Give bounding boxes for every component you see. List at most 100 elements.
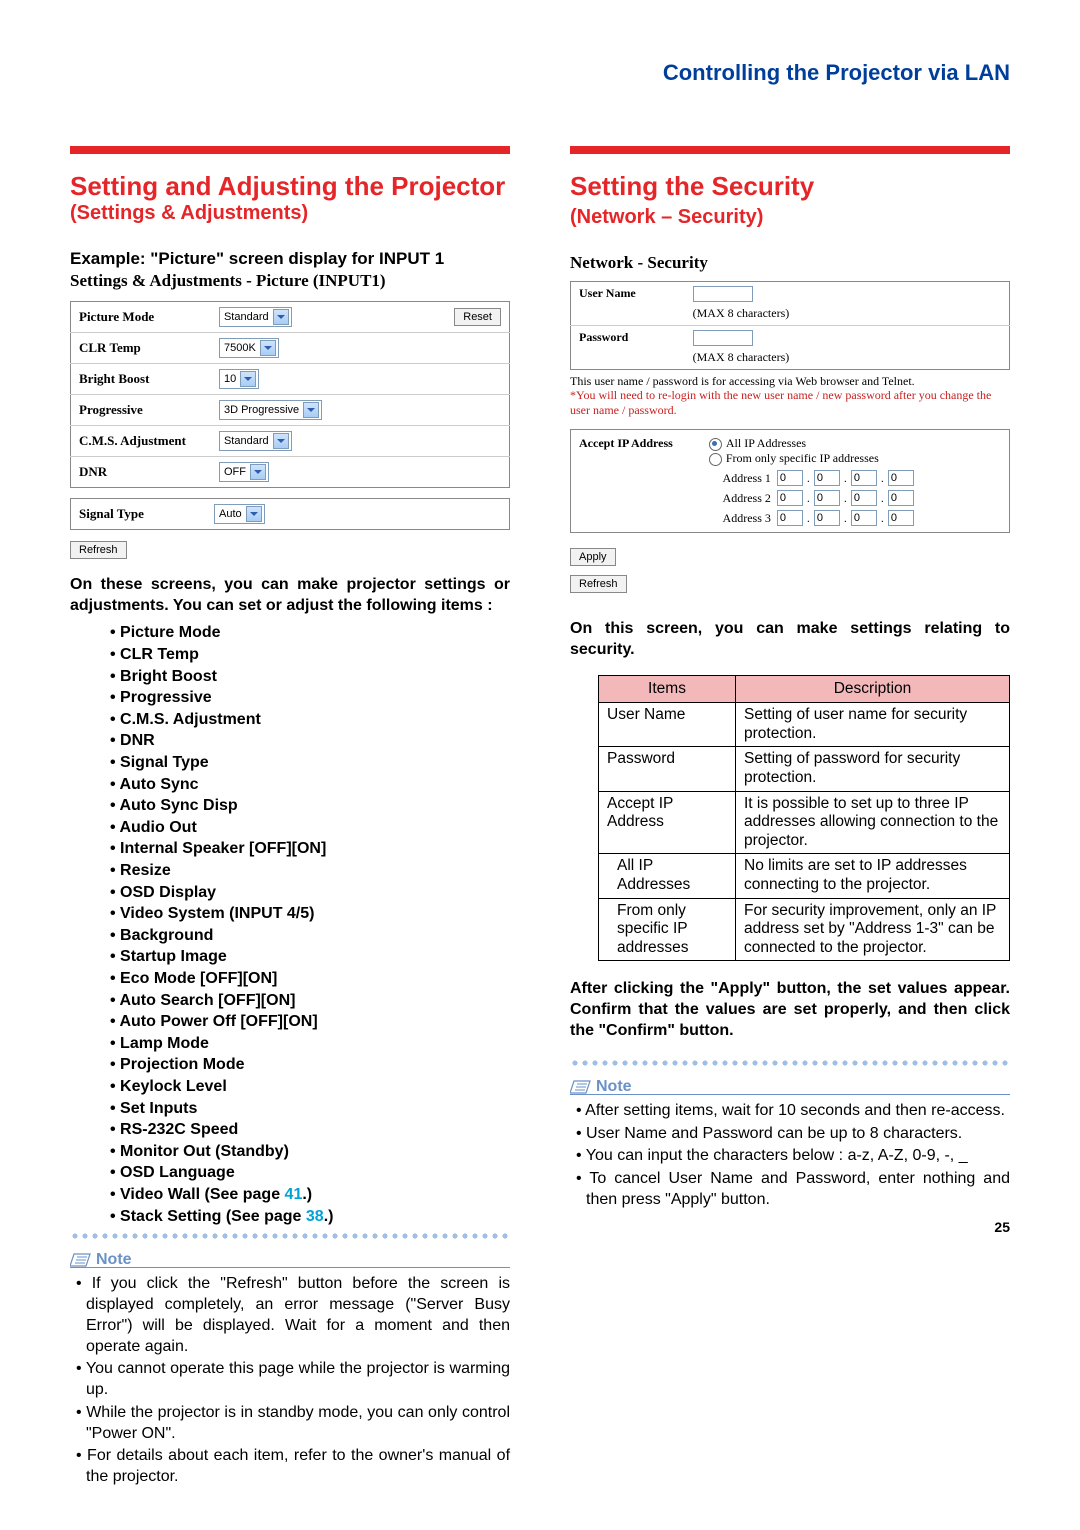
- body-text: On this screen, you can make settings re…: [570, 619, 1010, 661]
- password-label: Password: [571, 325, 685, 369]
- row-label: Progressive: [71, 394, 211, 425]
- row-label: C.M.S. Adjustment: [71, 425, 211, 456]
- accept-ip-label: Accept IP Address: [571, 430, 701, 532]
- ip-octet-input[interactable]: 0: [888, 490, 914, 506]
- address-3-label: Address 3: [709, 511, 773, 526]
- note-list: If you click the "Refresh" button before…: [74, 1274, 510, 1488]
- note-heading: Note: [570, 1078, 632, 1096]
- dnr-select[interactable]: OFF: [219, 462, 269, 482]
- radio-specific-ip[interactable]: [709, 453, 722, 466]
- refresh-button[interactable]: Refresh: [570, 575, 627, 593]
- clr-temp-select[interactable]: 7500K: [219, 338, 279, 358]
- ip-octet-input[interactable]: 0: [888, 510, 914, 526]
- progressive-select[interactable]: 3D Progressive: [219, 400, 322, 420]
- apply-button[interactable]: Apply: [570, 548, 616, 566]
- note-divider: [570, 1060, 1010, 1066]
- list-item: Eco Mode [OFF][ON]: [110, 968, 510, 990]
- note-item: After setting items, wait for 10 seconds…: [574, 1101, 1010, 1122]
- note-heading: Note: [70, 1251, 132, 1269]
- list-item: Internal Speaker [OFF][ON]: [110, 838, 510, 860]
- section-title: Setting and Adjusting the Projector (Set…: [70, 172, 510, 225]
- ip-octet-input[interactable]: 0: [851, 490, 877, 506]
- list-item: Resize: [110, 860, 510, 882]
- list-item: Signal Type: [110, 752, 510, 774]
- list-item: Projection Mode: [110, 1054, 510, 1076]
- list-item: Picture Mode: [110, 622, 510, 644]
- list-item: Auto Sync Disp: [110, 795, 510, 817]
- col-items: Items: [599, 675, 736, 703]
- col-description: Description: [736, 675, 1010, 703]
- ip-octet-input[interactable]: 0: [777, 490, 803, 506]
- radio-all-ip[interactable]: [709, 438, 722, 451]
- ip-octet-input[interactable]: 0: [888, 470, 914, 486]
- row-label: Picture Mode: [71, 301, 211, 332]
- radio-label: From only specific IP addresses: [726, 451, 879, 465]
- section-title: Setting the Security (Network – Security…: [570, 172, 1010, 229]
- ip-octet-input[interactable]: 0: [814, 490, 840, 506]
- table-row: Password: [599, 747, 736, 791]
- body-text: After clicking the "Apply" button, the s…: [570, 979, 1010, 1041]
- ip-octet-input[interactable]: 0: [777, 510, 803, 526]
- table-cell: No limits are set to IP addresses connec…: [736, 854, 1010, 898]
- user-name-label: User Name: [571, 281, 685, 325]
- ip-octet-input[interactable]: 0: [814, 510, 840, 526]
- note-icon: [70, 1252, 92, 1268]
- chevron-down-icon: [250, 464, 266, 480]
- list-item: Progressive: [110, 687, 510, 709]
- note-item: If you click the "Refresh" button before…: [74, 1274, 510, 1357]
- hint-text: (MAX 8 characters): [693, 350, 790, 364]
- security-subheading: Network - Security: [570, 253, 1010, 273]
- password-input[interactable]: [693, 330, 753, 346]
- note-divider: [70, 1233, 510, 1239]
- note-item: For details about each item, refer to th…: [74, 1446, 510, 1488]
- chevron-down-icon: [273, 309, 289, 325]
- page-link-38[interactable]: 38: [306, 1208, 324, 1225]
- list-item: Stack Setting (See page 38.): [110, 1206, 510, 1228]
- list-item: C.M.S. Adjustment: [110, 709, 510, 731]
- settings-subheading: Settings & Adjustments - Picture (INPUT1…: [70, 271, 510, 291]
- relogin-warning: *You will need to re-login with the new …: [570, 388, 1010, 417]
- user-name-input[interactable]: [693, 286, 753, 302]
- signal-type-row: Signal Type Auto: [70, 498, 510, 530]
- right-column: Setting the Security (Network – Security…: [570, 146, 1010, 1490]
- ip-octet-input[interactable]: 0: [777, 470, 803, 486]
- bright-boost-select[interactable]: 10: [219, 369, 259, 389]
- table-cell: It is possible to set up to three IP add…: [736, 791, 1010, 854]
- body-text: On these screens, you can make projector…: [70, 575, 510, 617]
- note-item: User Name and Password can be up to 8 ch…: [574, 1124, 1010, 1145]
- note-underline: [570, 1094, 1010, 1095]
- chevron-down-icon: [240, 371, 256, 387]
- table-row: Accept IP Address: [599, 791, 736, 854]
- list-item: Background: [110, 925, 510, 947]
- chevron-down-icon: [273, 433, 289, 449]
- picture-settings-table: Picture Mode Standard Reset CLR Temp 7: [70, 301, 510, 488]
- left-column: Setting and Adjusting the Projector (Set…: [70, 146, 510, 1490]
- page-link-41[interactable]: 41: [285, 1186, 303, 1203]
- ip-octet-input[interactable]: 0: [851, 470, 877, 486]
- refresh-button[interactable]: Refresh: [70, 541, 127, 559]
- list-item: Auto Sync: [110, 774, 510, 796]
- section-bar: [570, 146, 1010, 154]
- ip-octet-input[interactable]: 0: [851, 510, 877, 526]
- list-item: Keylock Level: [110, 1076, 510, 1098]
- signal-type-select[interactable]: Auto: [214, 504, 265, 524]
- table-cell: For security improvement, only an IP add…: [736, 898, 1010, 961]
- picture-mode-select[interactable]: Standard: [219, 307, 292, 327]
- note-icon: [570, 1079, 592, 1095]
- list-item: Bright Boost: [110, 666, 510, 688]
- table-cell: Setting of password for security protect…: [736, 747, 1010, 791]
- example-heading: Example: "Picture" screen display for IN…: [70, 249, 510, 269]
- cms-adjustment-select[interactable]: Standard: [219, 431, 292, 451]
- list-item: Auto Search [OFF][ON]: [110, 990, 510, 1012]
- row-label: CLR Temp: [71, 332, 211, 363]
- list-item: CLR Temp: [110, 644, 510, 666]
- table-row: All IP Addresses: [599, 854, 736, 898]
- accept-ip-block: Accept IP Address All IP Addresses From …: [570, 429, 1010, 533]
- radio-label: All IP Addresses: [726, 436, 806, 450]
- reset-button[interactable]: Reset: [454, 308, 501, 326]
- list-item: OSD Display: [110, 882, 510, 904]
- chevron-down-icon: [246, 506, 262, 522]
- note-item: To cancel User Name and Password, enter …: [574, 1169, 1010, 1211]
- access-note: This user name / password is for accessi…: [570, 374, 1010, 388]
- ip-octet-input[interactable]: 0: [814, 470, 840, 486]
